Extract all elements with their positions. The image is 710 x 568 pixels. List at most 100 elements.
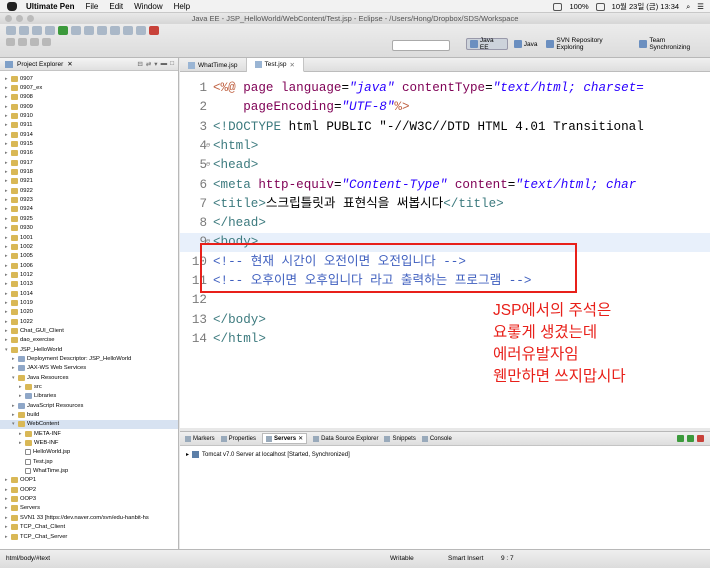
new-java-project-icon[interactable] (84, 26, 94, 35)
expand-arrow-icon[interactable]: ▸ (5, 178, 10, 184)
expand-arrow-icon[interactable]: ▸ (5, 104, 10, 110)
tree-item[interactable]: ▸ Chat_GUI_Client (0, 326, 178, 335)
expand-arrow-icon[interactable]: ▸ (19, 440, 24, 446)
tree-item[interactable]: ▸ 1019 (0, 298, 178, 307)
tree-item[interactable]: ▸ 0925 (0, 214, 178, 223)
expand-arrow-icon[interactable]: ▸ (5, 281, 10, 287)
tree-item[interactable]: ▸ 0924 (0, 205, 178, 214)
code-line[interactable]: 14 </html> (180, 330, 710, 349)
tree-item[interactable]: ▸ 0909 (0, 102, 178, 111)
expand-arrow-icon[interactable]: ▾ (12, 375, 17, 381)
expand-arrow-icon[interactable]: ▸ (5, 244, 10, 250)
expand-arrow-icon[interactable]: ▸ (5, 122, 10, 128)
project-explorer-tab[interactable]: Project Explorer ✕ ⊟ ⇄ ▾ ▬ □ (0, 58, 178, 71)
expand-arrow-icon[interactable]: ▸ (5, 337, 10, 343)
expand-arrow-icon[interactable]: ▸ (186, 451, 189, 458)
minimize-window-button[interactable] (16, 15, 23, 22)
menu-help[interactable]: Help (174, 2, 190, 11)
run-icon[interactable] (58, 26, 68, 35)
code-line[interactable]: 6 <meta http-equiv="Content-Type" content… (180, 176, 710, 195)
start-server-icon[interactable] (687, 435, 694, 442)
external-tools-icon[interactable] (71, 26, 81, 35)
expand-arrow-icon[interactable]: ▸ (5, 487, 10, 493)
list-icon[interactable]: ☰ (697, 2, 704, 11)
tree-item[interactable]: ▸ 0916 (0, 149, 178, 158)
expand-arrow-icon[interactable]: ▸ (5, 328, 10, 334)
expand-arrow-icon[interactable]: ▸ (5, 113, 10, 119)
expand-arrow-icon[interactable]: ▸ (5, 188, 10, 194)
battery-level[interactable]: 100% (569, 2, 588, 11)
expand-arrow-icon[interactable]: ▸ (5, 76, 10, 82)
expand-arrow-icon[interactable]: ▸ (5, 477, 10, 483)
expand-arrow-icon[interactable]: ▸ (5, 85, 10, 91)
menu-window[interactable]: Window (134, 2, 162, 11)
tree-item[interactable]: ▸ 0910 (0, 111, 178, 120)
forward-icon[interactable] (18, 38, 27, 46)
collapse-all-icon[interactable]: ⊟ (137, 60, 142, 68)
tree-item[interactable]: ▸ 0922 (0, 186, 178, 195)
perspective-java[interactable]: Java (511, 38, 541, 50)
expand-arrow-icon[interactable]: ▾ (12, 421, 17, 427)
expand-arrow-icon[interactable]: ▸ (19, 384, 24, 390)
expand-arrow-icon[interactable]: ▸ (12, 365, 17, 371)
tree-item[interactable]: ▸ SVN1 33 [https://dev.naver.com/svn/edu-… (0, 513, 178, 522)
expand-arrow-icon[interactable]: ▸ (5, 132, 10, 138)
close-icon[interactable]: ✕ (67, 60, 72, 68)
tree-item[interactable]: ▸ TCP_Chat_Client (0, 523, 178, 532)
close-window-button[interactable] (5, 15, 12, 22)
bottom-tab[interactable]: Console (421, 435, 452, 442)
expand-arrow-icon[interactable]: ▸ (19, 431, 24, 437)
tree-item[interactable]: ▸ 0915 (0, 139, 178, 148)
expand-arrow-icon[interactable]: ▸ (5, 225, 10, 231)
tree-item[interactable]: ▸ 1012 (0, 270, 178, 279)
tree-item[interactable]: ▸ OOP1 (0, 476, 178, 485)
expand-arrow-icon[interactable]: ▸ (5, 253, 10, 259)
tree-item[interactable]: ▸ OOP2 (0, 485, 178, 494)
expand-arrow-icon[interactable]: ▸ (12, 403, 17, 409)
expand-arrow-icon[interactable]: ▸ (5, 216, 10, 222)
code-line[interactable]: 8 </head> (180, 214, 710, 233)
tree-item[interactable]: ▸ 0907_ex (0, 83, 178, 92)
minimize-icon[interactable]: ▬ (161, 60, 168, 68)
perspective-team-sync[interactable]: Team Synchronizing (636, 37, 710, 51)
tree-item[interactable]: ▸ 1001 (0, 233, 178, 242)
tree-item[interactable]: ▸ build (0, 410, 178, 419)
fold-toggle-icon[interactable]: ⊖ (206, 137, 210, 156)
back-icon[interactable] (6, 38, 15, 46)
code-line[interactable]: 4 ⊖ <html> (180, 137, 710, 156)
stop-server-icon[interactable] (697, 435, 704, 442)
expand-arrow-icon[interactable]: ▸ (5, 197, 10, 203)
tree-item[interactable]: ▸ 1005 (0, 252, 178, 261)
expand-arrow-icon[interactable]: ▸ (5, 263, 10, 269)
debug-icon[interactable] (45, 26, 55, 35)
bottom-tab[interactable]: Snippets (384, 435, 416, 442)
code-line[interactable]: 3 <!DOCTYPE html PUBLIC "-//W3C//DTD HTML… (180, 118, 710, 137)
code-line[interactable]: 2 pageEncoding="UTF-8"%> (180, 98, 710, 117)
tree-item[interactable]: ▸ WEB-INF (0, 438, 178, 447)
tree-item[interactable]: ▸ 1020 (0, 308, 178, 317)
tree-item[interactable]: ▾ Java Resources (0, 373, 178, 382)
tree-item[interactable]: ▾ JSP_HelloWorld (0, 345, 178, 354)
app-menu[interactable]: Ultimate Pen (26, 2, 74, 11)
close-icon[interactable]: ✕ (298, 435, 303, 442)
tree-item[interactable]: Test.jsp (0, 457, 178, 466)
tree-item[interactable]: ▸ 0908 (0, 93, 178, 102)
tree-item[interactable]: ▸ 0918 (0, 167, 178, 176)
fold-toggle-icon[interactable]: ⊖ (206, 156, 210, 175)
tree-item[interactable]: ▸ TCP_Chat_Server (0, 532, 178, 541)
pin-icon[interactable] (42, 38, 51, 46)
clock[interactable]: 10월 23일 (금) 13:34 (612, 1, 679, 12)
open-type-icon[interactable] (123, 26, 133, 35)
zoom-window-button[interactable] (27, 15, 34, 22)
expand-arrow-icon[interactable]: ▸ (5, 534, 10, 540)
code-line[interactable]: 7 <title>스크립틀릿과 표현식을 써봅시다</title> (180, 195, 710, 214)
editor-tab[interactable]: WhatTime.jsp (180, 58, 247, 72)
expand-arrow-icon[interactable]: ▸ (12, 412, 17, 418)
menu-file[interactable]: File (85, 2, 98, 11)
tree-item[interactable]: ▸ 0921 (0, 177, 178, 186)
bottom-tab[interactable]: Data Source Explorer (313, 435, 378, 442)
battery-icon[interactable] (595, 2, 605, 11)
maximize-icon[interactable]: □ (170, 60, 174, 68)
tree-item[interactable]: ▸ 1022 (0, 317, 178, 326)
tree-item[interactable]: ▸ Servers (0, 504, 178, 513)
